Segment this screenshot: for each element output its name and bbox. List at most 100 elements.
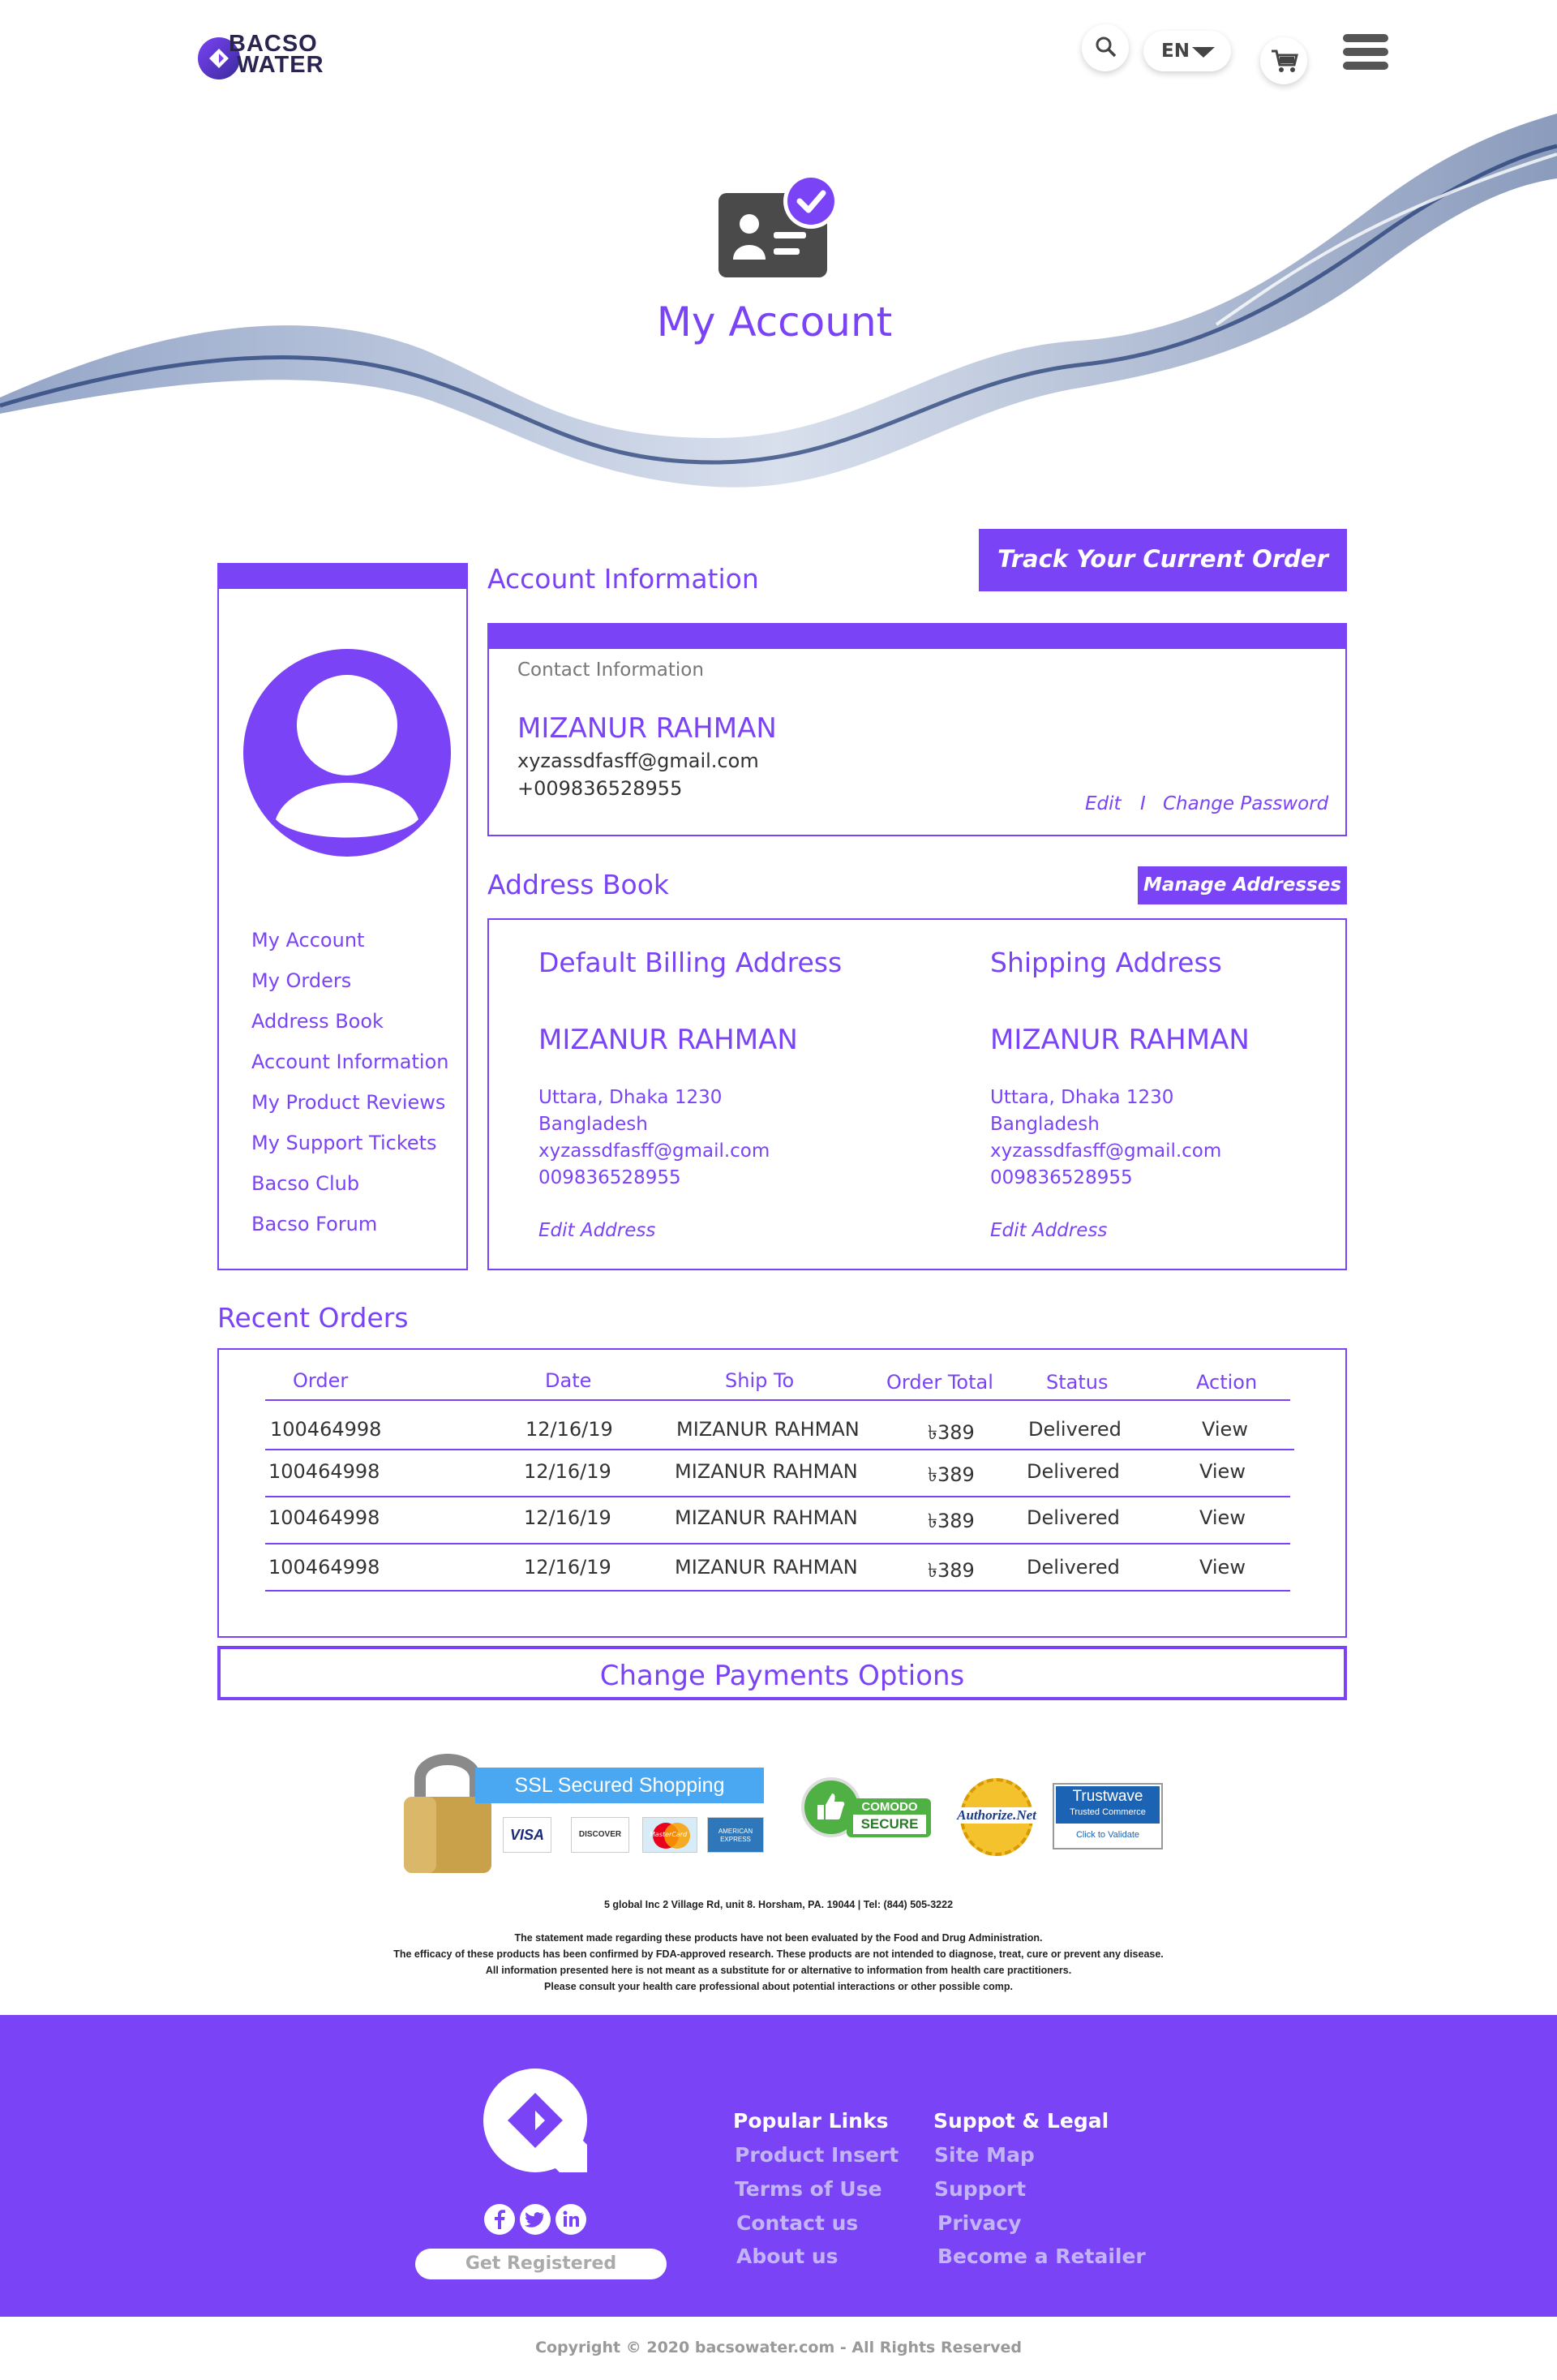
language-selector[interactable]: EN [1143, 31, 1231, 71]
footer: Get Registered Popular Links Product Ins… [0, 2015, 1557, 2317]
contact-phone: +009836528955 [517, 777, 683, 800]
order-total: ৳389 [928, 1510, 975, 1532]
sidebar-item-my-orders[interactable]: My Orders [251, 969, 351, 992]
order-ship-to: MIZANUR RAHMAN [675, 1556, 858, 1579]
sidebar-item-bacso-club[interactable]: Bacso Club [251, 1172, 359, 1195]
view-order-link[interactable]: View [1199, 1556, 1246, 1579]
order-number[interactable]: 100464998 [270, 1418, 381, 1441]
comodo-secure-label: SECURE [853, 1815, 926, 1834]
change-password-link[interactable]: Change Password [1163, 793, 1328, 814]
billing-address-heading: Default Billing Address [538, 947, 843, 978]
footer-link-product-insert[interactable]: Product Insert [735, 2143, 899, 2167]
edit-billing-address-link[interactable]: Edit Address [538, 1220, 655, 1241]
footer-link-contact-us[interactable]: Contact us [736, 2211, 858, 2235]
sidebar-item-address-book[interactable]: Address Book [251, 1010, 384, 1033]
padlock-icon [404, 1754, 491, 1873]
manage-addresses-label: Manage Addresses [1143, 874, 1341, 896]
column-header-action: Action [1196, 1371, 1258, 1394]
cart-button[interactable] [1260, 37, 1307, 84]
order-status: Delivered [1027, 1460, 1120, 1483]
row-divider [265, 1496, 1290, 1497]
order-total: ৳389 [928, 1421, 975, 1444]
column-header-order: Order [293, 1369, 349, 1392]
shipping-line1: Uttara, Dhaka 1230 [990, 1087, 1174, 1108]
menu-button[interactable] [1343, 32, 1388, 71]
billing-phone: 009836528955 [538, 1167, 681, 1188]
ssl-badge: SSL Secured Shopping [475, 1768, 764, 1803]
twitter-icon[interactable] [519, 2203, 551, 2236]
amex-logo: AMERICAN EXPRESS [707, 1817, 764, 1853]
order-number[interactable]: 100464998 [268, 1460, 380, 1483]
order-number[interactable]: 100464998 [268, 1506, 380, 1529]
order-date: 12/16/19 [524, 1506, 611, 1529]
language-label: EN [1161, 41, 1190, 62]
column-header-status: Status [1046, 1371, 1109, 1394]
order-number[interactable]: 100464998 [268, 1556, 380, 1579]
facebook-icon[interactable] [483, 2203, 516, 2236]
view-order-link[interactable]: View [1202, 1418, 1248, 1441]
footer-link-support[interactable]: Support [934, 2177, 1026, 2201]
view-order-link[interactable]: View [1199, 1506, 1246, 1529]
shipping-name: MIZANUR RAHMAN [990, 1024, 1250, 1056]
trustwave-validate-link[interactable]: Click to Validate [1056, 1830, 1160, 1840]
change-payments-button[interactable]: Change Payments Options [217, 1646, 1347, 1700]
billing-name: MIZANUR RAHMAN [538, 1024, 798, 1056]
column-header-order-total: Order Total [886, 1371, 993, 1394]
footer-logo-icon [483, 2069, 587, 2172]
order-date: 12/16/19 [525, 1418, 613, 1441]
order-status: Delivered [1027, 1506, 1120, 1529]
edit-shipping-address-link[interactable]: Edit Address [990, 1220, 1107, 1241]
company-address: 5 global Inc 2 Village Rd, unit 8. Horsh… [603, 1899, 954, 1910]
row-divider [265, 1590, 1290, 1592]
address-card: Default Billing Address MIZANUR RAHMAN U… [487, 918, 1347, 1270]
billing-line1: Uttara, Dhaka 1230 [538, 1087, 723, 1108]
trustwave-label: Trustwave [1072, 1788, 1143, 1805]
popular-links-title: Popular Links [733, 2109, 889, 2133]
sidebar-header-bar [217, 563, 468, 591]
sidebar-item-bacso-forum[interactable]: Bacso Forum [251, 1213, 377, 1235]
brand-logo[interactable]: BACSO WATER [196, 31, 342, 84]
water-wave-decoration [0, 114, 1557, 488]
disclaimer-line-2: The efficacy of these products has been … [393, 1948, 1164, 1960]
footer-link-privacy[interactable]: Privacy [937, 2211, 1022, 2235]
footer-link-become-a-retailer[interactable]: Become a Retailer [937, 2245, 1146, 2268]
manage-addresses-button[interactable]: Manage Addresses [1138, 866, 1347, 904]
edit-contact-link[interactable]: Edit [1085, 793, 1122, 814]
sidebar-item-my-support-tickets[interactable]: My Support Tickets [251, 1132, 437, 1154]
track-order-button[interactable]: Track Your Current Order [979, 529, 1347, 591]
sidebar-item-my-account[interactable]: My Account [251, 929, 364, 952]
shipping-email: xyzassdfasff@gmail.com [990, 1141, 1222, 1162]
column-header-date: Date [545, 1369, 592, 1392]
track-order-label: Track Your Current Order [997, 545, 1328, 573]
linkedin-icon[interactable] [555, 2203, 587, 2236]
sidebar-item-my-product-reviews[interactable]: My Product Reviews [251, 1091, 445, 1114]
chevron-down-icon [1192, 47, 1215, 58]
get-registered-button[interactable]: Get Registered [415, 2249, 667, 2279]
view-order-link[interactable]: View [1199, 1460, 1246, 1483]
contact-card: Contact Information MIZANUR RAHMAN xyzas… [487, 649, 1347, 836]
disclaimer-line-3: All information presented here is not me… [485, 1965, 1072, 1976]
order-total: ৳389 [928, 1559, 975, 1582]
account-card-icon [718, 174, 839, 277]
thumbs-up-icon [817, 1794, 845, 1819]
order-status: Delivered [1027, 1556, 1120, 1579]
page-title: My Account [656, 299, 893, 346]
search-button[interactable] [1082, 24, 1129, 71]
footer-link-about-us[interactable]: About us [736, 2245, 839, 2268]
footer-link-site-map[interactable]: Site Map [934, 2143, 1035, 2167]
billing-email: xyzassdfasff@gmail.com [538, 1141, 770, 1162]
trustwave-sub-label: Trusted Commerce [1070, 1807, 1146, 1817]
link-separator: I [1140, 793, 1146, 814]
header-divider [265, 1399, 1290, 1401]
order-ship-to: MIZANUR RAHMAN [676, 1418, 860, 1441]
support-legal-title: Suppot & Legal [933, 2109, 1109, 2133]
contact-info-label: Contact Information [517, 659, 704, 681]
get-registered-label: Get Registered [465, 2253, 617, 2274]
column-header-ship-to: Ship To [725, 1369, 795, 1392]
footer-link-terms-of-use[interactable]: Terms of Use [735, 2177, 882, 2201]
billing-line2: Bangladesh [538, 1114, 648, 1135]
brand-name-line2: WATER [237, 52, 324, 78]
ssl-label: SSL Secured Shopping [514, 1774, 725, 1797]
row-divider [265, 1449, 1294, 1450]
sidebar-item-account-information[interactable]: Account Information [251, 1050, 448, 1073]
